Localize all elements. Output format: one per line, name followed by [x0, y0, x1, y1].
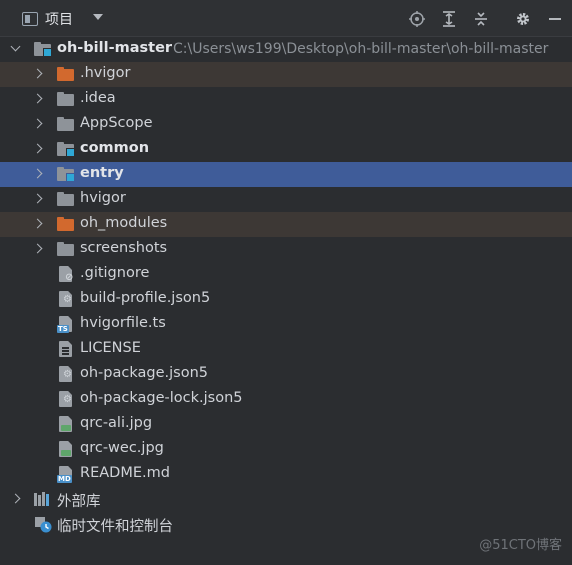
project-toolbar: 项目: [0, 0, 572, 37]
tree-item-label: qrc-wec.jpg: [80, 440, 164, 456]
locate-icon[interactable]: [406, 8, 428, 30]
gear-icon[interactable]: [512, 8, 534, 30]
tree-row[interactable]: screenshots: [0, 237, 572, 262]
project-view-selector[interactable]: 项目: [22, 9, 73, 29]
tree-item-label: oh-package.json5: [80, 365, 208, 381]
expand-all-icon[interactable]: [438, 8, 460, 30]
scratches-icon: [35, 516, 52, 533]
folder-icon: [57, 92, 74, 106]
folder-icon: [57, 117, 74, 131]
collapse-all-icon[interactable]: [470, 8, 492, 30]
tree-row[interactable]: ⊘ .gitignore: [0, 262, 572, 287]
watermark: @51CTO博客: [479, 538, 562, 553]
tree-item-label: hvigorfile.ts: [80, 315, 166, 331]
tree-item-label: .gitignore: [80, 265, 150, 281]
root-path: C:\Users\ws199\Desktop\oh-bill-master\oh…: [173, 41, 549, 57]
chevron-right-icon[interactable]: [32, 93, 43, 104]
tree-row-selected[interactable]: entry: [0, 162, 572, 187]
tree-row-root[interactable]: oh-bill-master C:\Users\ws199\Desktop\oh…: [0, 37, 572, 62]
tree-row[interactable]: .idea: [0, 87, 572, 112]
tree-row[interactable]: .hvigor: [0, 62, 572, 87]
tree-item-label: build-profile.json5: [80, 290, 211, 306]
tree-item-label: common: [80, 140, 150, 156]
module-folder-icon: [57, 142, 75, 157]
tree-row[interactable]: AppScope: [0, 112, 572, 137]
tree-row[interactable]: qrc-ali.jpg: [0, 412, 572, 437]
tree-row[interactable]: oh_modules: [0, 212, 572, 237]
chevron-right-icon[interactable]: [10, 493, 21, 504]
tree-row[interactable]: ⚙ oh-package.json5: [0, 362, 572, 387]
tree-row[interactable]: ⚙ oh-package-lock.json5: [0, 387, 572, 412]
tree-row[interactable]: TS hvigorfile.ts: [0, 312, 572, 337]
module-folder-icon: [34, 42, 52, 57]
root-name: oh-bill-master: [57, 40, 173, 56]
project-view-icon: [22, 12, 38, 26]
tree-row[interactable]: MD README.md: [0, 462, 572, 487]
chevron-right-icon[interactable]: [32, 68, 43, 79]
text-file-icon: [59, 341, 72, 357]
tree-row[interactable]: common: [0, 137, 572, 162]
excluded-folder-icon: [57, 217, 74, 231]
tree-item-label: 临时文件和控制台: [57, 519, 173, 535]
chevron-right-icon[interactable]: [32, 118, 43, 129]
tree-item-label: README.md: [80, 465, 170, 481]
chevron-down-icon[interactable]: [10, 41, 21, 52]
tree-item-label: oh-package-lock.json5: [80, 390, 243, 406]
tree-row[interactable]: LICENSE: [0, 337, 572, 362]
tree-item-label: LICENSE: [80, 340, 141, 356]
folder-icon: [57, 192, 74, 206]
excluded-folder-icon: [57, 67, 74, 81]
tree-row-external-libraries[interactable]: 外部库: [0, 487, 572, 512]
tree-item-label: qrc-ali.jpg: [80, 415, 153, 431]
project-title: 项目: [45, 12, 73, 28]
library-icon: [34, 492, 52, 506]
chevron-right-icon[interactable]: [32, 218, 43, 229]
tree-item-label: entry: [80, 165, 124, 181]
chevron-down-icon[interactable]: [93, 14, 103, 20]
folder-icon: [57, 242, 74, 256]
tree-item-label: AppScope: [80, 115, 153, 131]
tree-row[interactable]: hvigor: [0, 187, 572, 212]
tree-item-label: .idea: [80, 90, 116, 106]
tree-item-label: oh_modules: [80, 215, 168, 231]
tree-item-label: hvigor: [80, 190, 126, 206]
tree-item-label: screenshots: [80, 240, 168, 256]
tree-item-label: .hvigor: [80, 65, 131, 81]
tree-row[interactable]: qrc-wec.jpg: [0, 437, 572, 462]
module-folder-icon: [57, 167, 75, 182]
chevron-right-icon[interactable]: [32, 243, 43, 254]
minimize-icon[interactable]: [544, 8, 566, 30]
chevron-right-icon[interactable]: [32, 143, 43, 154]
chevron-right-icon[interactable]: [32, 168, 43, 179]
chevron-right-icon[interactable]: [32, 193, 43, 204]
tree-row[interactable]: ⚙ build-profile.json5: [0, 287, 572, 312]
tree-item-label: 外部库: [57, 494, 101, 510]
